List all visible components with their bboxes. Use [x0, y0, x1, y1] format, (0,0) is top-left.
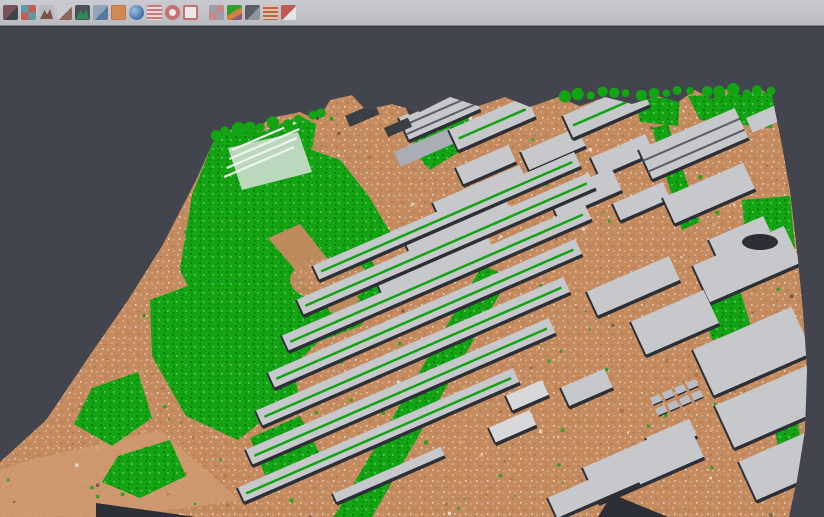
classification-render-icon[interactable]: [227, 5, 242, 20]
measure-icon[interactable]: [263, 5, 278, 20]
application-window: [0, 0, 824, 517]
main-toolbar: [0, 0, 824, 26]
select-region-icon[interactable]: [209, 5, 224, 20]
clip-box-icon[interactable]: [281, 5, 296, 20]
terrain-model-icon[interactable]: [75, 5, 90, 20]
point-cloud-render: [0, 82, 824, 517]
open-data-icon[interactable]: [3, 5, 18, 20]
dem-icon[interactable]: [57, 5, 72, 20]
point-scatter-icon[interactable]: [21, 5, 36, 20]
profile-section-icon[interactable]: [93, 5, 108, 20]
tin-surface-icon[interactable]: [39, 5, 54, 20]
grid-surface-icon[interactable]: [111, 5, 126, 20]
settings-ring-icon[interactable]: [165, 5, 180, 20]
zoom-extent-icon[interactable]: [183, 5, 198, 20]
point-cloud-3d-viewport[interactable]: [0, 27, 824, 517]
attribute-table-icon[interactable]: [147, 5, 162, 20]
print-icon[interactable]: [245, 5, 260, 20]
globe-icon[interactable]: [129, 5, 144, 20]
